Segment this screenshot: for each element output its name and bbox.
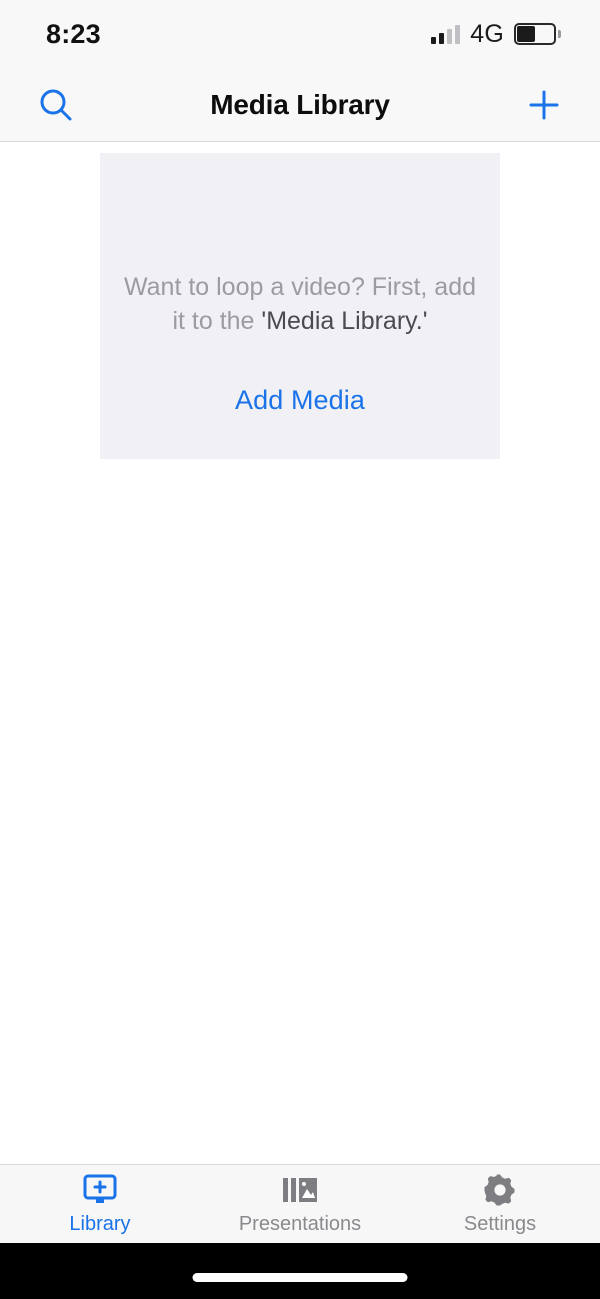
status-time: 8:23 xyxy=(46,18,101,49)
monitor-plus-icon xyxy=(83,1173,117,1207)
gear-icon xyxy=(483,1173,517,1207)
tab-bar: Library Presentations Settings xyxy=(0,1164,600,1243)
tab-settings[interactable]: Settings xyxy=(400,1165,600,1243)
app-screen: 8:23 4G Media Library Want to loop a vid… xyxy=(0,0,600,1299)
empty-state-message: Want to loop a video? First, add it to t… xyxy=(120,270,480,338)
tab-presentations-label: Presentations xyxy=(238,1212,362,1235)
signal-bars-icon xyxy=(431,24,461,44)
add-media-button[interactable]: Add Media xyxy=(235,385,365,416)
tab-library[interactable]: Library xyxy=(0,1165,200,1243)
status-bar: 8:23 4G xyxy=(0,0,600,68)
home-indicator-area xyxy=(0,1243,600,1299)
empty-state-message-emphasis: 'Media Library.' xyxy=(261,307,428,335)
slides-image-icon xyxy=(282,1173,318,1207)
content-area: Want to loop a video? First, add it to t… xyxy=(0,142,600,1164)
battery-icon xyxy=(514,23,561,45)
page-title: Media Library xyxy=(210,88,390,120)
status-indicators: 4G xyxy=(431,19,561,49)
empty-state-card: Want to loop a video? First, add it to t… xyxy=(100,153,500,459)
tab-presentations[interactable]: Presentations xyxy=(200,1165,400,1243)
search-icon[interactable] xyxy=(30,79,82,131)
plus-icon[interactable] xyxy=(518,79,570,131)
navigation-bar: Media Library xyxy=(0,68,600,142)
network-type-label: 4G xyxy=(470,19,504,48)
tab-library-label: Library xyxy=(69,1212,131,1235)
tab-settings-label: Settings xyxy=(463,1212,537,1235)
home-indicator-bar[interactable] xyxy=(192,1273,408,1282)
